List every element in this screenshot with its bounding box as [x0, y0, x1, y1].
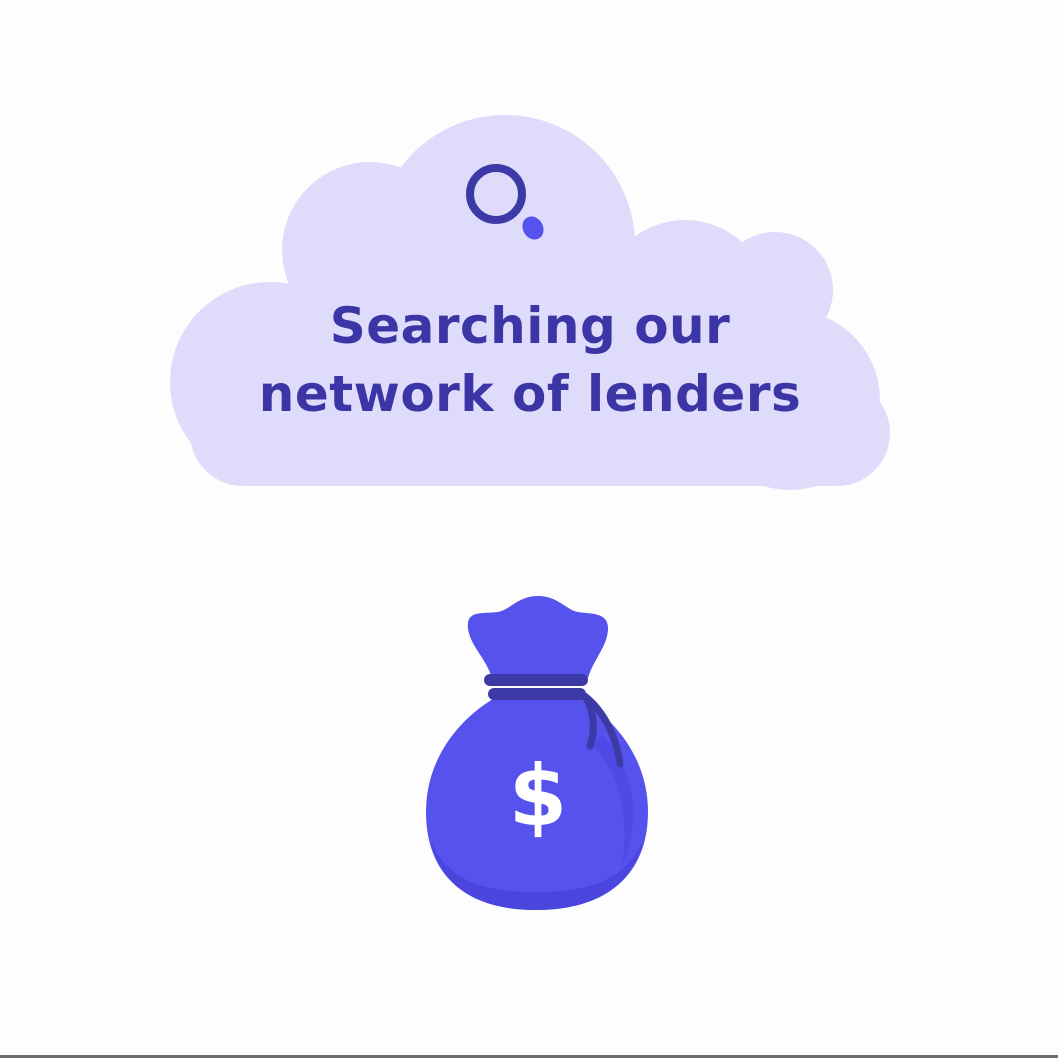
cloud-shape	[170, 115, 890, 490]
message-line-1: Searching our	[329, 297, 731, 355]
search-status-message: Searching our network of lenders	[180, 292, 880, 428]
message-line-2: network of lenders	[258, 365, 802, 423]
search-icon	[466, 164, 544, 240]
dollar-sign: $	[508, 747, 568, 845]
cloud-banner: Searching our network of lenders	[0, 0, 1058, 520]
searching-lenders-screen: Searching our network of lenders $	[0, 0, 1058, 1058]
